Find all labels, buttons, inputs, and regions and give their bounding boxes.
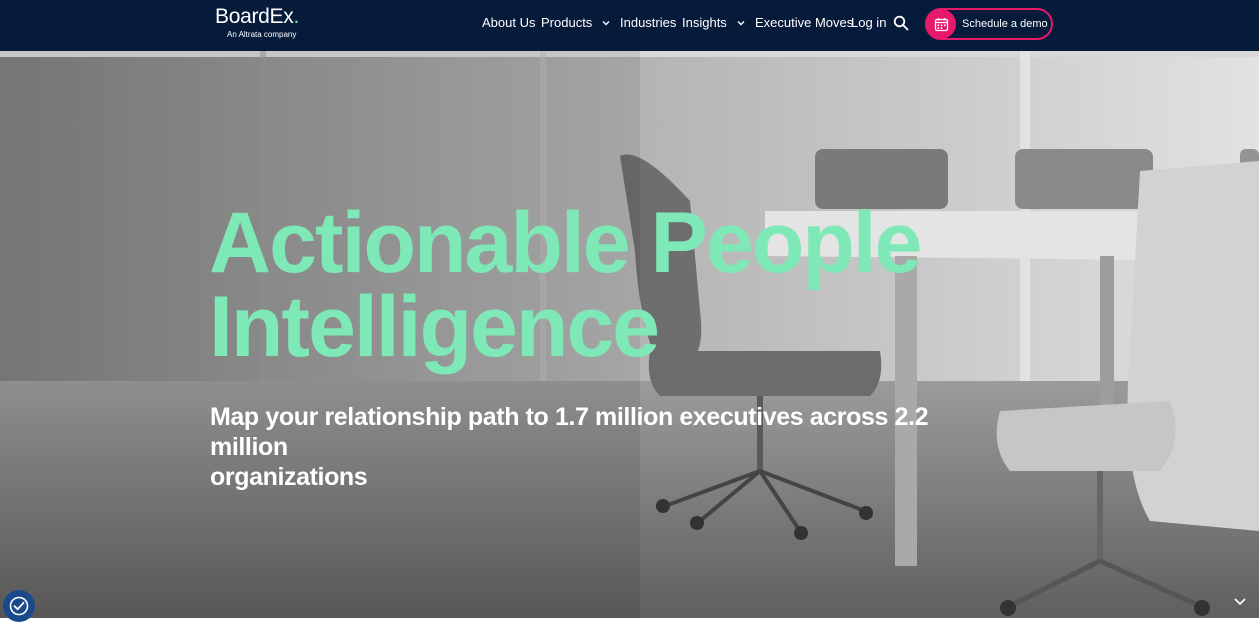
hero-title-line2: Intelligence xyxy=(209,279,660,375)
nav-insights-label: Insights xyxy=(682,15,727,30)
logo-tagline: An Altrata company xyxy=(227,30,297,39)
hero-title-line1: Actionable People xyxy=(209,195,922,291)
boardex-logo[interactable]: BoardEx. An Altrata company xyxy=(215,6,299,40)
hero-subtitle: Map your relationship path to 1.7 millio… xyxy=(210,402,1010,492)
page-bottom-edge xyxy=(0,618,1259,622)
hero-title: Actionable People Intelligence xyxy=(209,200,1009,370)
chevron-down-icon[interactable] xyxy=(1233,596,1247,608)
chevron-down-icon xyxy=(602,21,610,26)
hero-subtitle-line2: organizations xyxy=(210,463,368,491)
nav-executive-moves-label: Executive Moves xyxy=(755,15,854,30)
nav-industries[interactable]: Industries xyxy=(620,16,676,30)
nav-insights[interactable]: Insights xyxy=(682,16,746,30)
nav-about-us-label: About Us xyxy=(482,15,536,30)
logo-wordmark: BoardEx. xyxy=(215,5,299,28)
nav-log-in[interactable]: Log in xyxy=(851,16,886,30)
hero-subtitle-line1: Map your relationship path to 1.7 millio… xyxy=(210,403,929,461)
site-header: BoardEx. An Altrata company About Us Pro… xyxy=(0,0,1259,51)
nav-products-label: Products xyxy=(541,15,593,30)
cookie-consent-icon[interactable] xyxy=(3,590,35,622)
nav-industries-label: Industries xyxy=(620,15,677,30)
nav-log-in-label: Log in xyxy=(851,15,887,30)
search-icon[interactable] xyxy=(893,15,909,31)
nav-about-us[interactable]: About Us xyxy=(482,16,535,30)
nav-executive-moves[interactable]: Executive Moves xyxy=(755,16,853,30)
schedule-demo-button[interactable]: Schedule a demo xyxy=(925,8,1053,40)
chevron-down-icon xyxy=(737,21,745,26)
hero-section: Actionable People Intelligence Map your … xyxy=(0,51,1259,618)
nav-products[interactable]: Products xyxy=(541,16,611,30)
schedule-demo-label: Schedule a demo xyxy=(962,18,1048,30)
calendar-icon xyxy=(926,9,956,39)
